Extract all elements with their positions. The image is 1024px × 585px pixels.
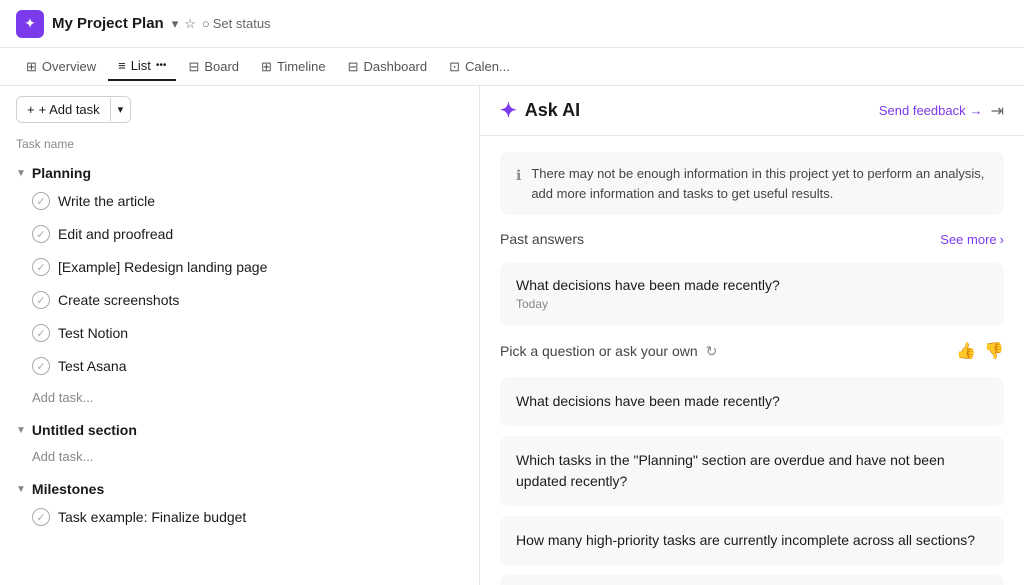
pick-question-label: Pick a question or ask your own ↻ [500,343,717,360]
tab-list[interactable]: ≡ List ••• [108,52,176,81]
ai-sparkle-icon: ✦ [500,98,517,123]
past-answer-date: Today [516,297,988,311]
questions-list: What decisions have been made recently? … [500,377,1004,585]
overview-icon: ⊞ [26,59,37,75]
task-check-icon[interactable]: ✓ [32,357,50,375]
see-more-button[interactable]: See more › [940,232,1004,247]
ask-ai-title: ✦ Ask AI [500,98,580,123]
tab-overview[interactable]: ⊞ Overview [16,53,106,81]
reaction-icons: 👍 👎 [956,341,1004,361]
chevron-down-icon[interactable]: ▾ [172,16,179,32]
suggested-question-0[interactable]: What decisions have been made recently? [500,377,1004,426]
circle-icon: ○ [202,16,210,31]
tab-board[interactable]: ⊟ Board [178,53,249,81]
past-answer-card[interactable]: What decisions have been made recently? … [500,263,1004,325]
left-panel: + + Add task ▾ Task name ▼ Planning ✓ Wr… [0,86,480,585]
thumbs-down-icon[interactable]: 👎 [984,341,1004,361]
arrow-right-icon: → [970,103,983,118]
ask-ai-actions: Send feedback → ⇥ [879,101,1004,121]
section-milestones[interactable]: ▼ Milestones [0,471,479,501]
task-item[interactable]: ✓ Test Notion [0,317,479,350]
right-content: ℹ There may not be enough information in… [480,136,1024,585]
collapse-icon: ▼ [16,425,26,436]
chevron-right-icon: › [1000,232,1004,247]
ask-ai-header: ✦ Ask AI Send feedback → ⇥ [480,86,1024,136]
past-answers-section: Past answers See more › [500,231,1004,247]
more-options-icon[interactable]: ••• [156,60,167,71]
col-header: Task name [0,133,479,155]
task-item[interactable]: ✓ Test Asana [0,350,479,383]
set-status-button[interactable]: ○ Set status [202,16,271,31]
refresh-icon[interactable]: ↻ [706,343,718,360]
send-feedback-button[interactable]: Send feedback → [879,103,983,118]
task-list: Task name ▼ Planning ✓ Write the article… [0,133,479,585]
collapse-panel-button[interactable]: ⇥ [991,101,1004,121]
past-answer-question: What decisions have been made recently? [516,277,988,293]
task-item[interactable]: ✓ Task example: Finalize budget [0,501,479,534]
tab-calendar[interactable]: ⊡ Calen... [439,53,520,81]
plus-icon: + [27,102,35,117]
calendar-icon: ⊡ [449,59,460,75]
add-task-main[interactable]: + + Add task [17,97,110,122]
nav-tabs: ⊞ Overview ≡ List ••• ⊟ Board ⊞ Timeline… [0,48,1024,86]
top-bar-actions: ▾ ☆ ○ Set status [172,16,271,32]
section-untitled[interactable]: ▼ Untitled section [0,412,479,442]
past-answers-header: Past answers See more › [500,231,1004,247]
task-item[interactable]: ✓ Write the article [0,185,479,218]
top-bar: ✦ My Project Plan ▾ ☆ ○ Set status [0,0,1024,48]
board-icon: ⊟ [188,59,199,75]
tab-timeline[interactable]: ⊞ Timeline [251,53,336,81]
task-check-icon[interactable]: ✓ [32,225,50,243]
task-check-icon[interactable]: ✓ [32,324,50,342]
suggested-question-1[interactable]: Which tasks in the "Planning" section ar… [500,436,1004,506]
section-planning[interactable]: ▼ Planning [0,155,479,185]
task-check-icon[interactable]: ✓ [32,291,50,309]
collapse-icon: ▼ [16,168,26,179]
project-title: My Project Plan [52,15,164,32]
add-task-inline-planning[interactable]: Add task... [0,383,479,412]
timeline-icon: ⊞ [261,59,272,75]
list-icon: ≡ [118,58,126,73]
suggested-question-3[interactable]: Identify any tasks that have had their d… [500,575,1004,585]
past-answers-label: Past answers [500,231,584,247]
star-icon[interactable]: ☆ [184,16,196,32]
main-content: + + Add task ▾ Task name ▼ Planning ✓ Wr… [0,86,1024,585]
right-panel: ✦ Ask AI Send feedback → ⇥ ℹ There may n… [480,86,1024,585]
add-task-button[interactable]: + + Add task ▾ [16,96,131,123]
collapse-icon: ▼ [16,484,26,495]
app-icon: ✦ [16,10,44,38]
thumbs-up-icon[interactable]: 👍 [956,341,976,361]
dashboard-icon: ⊟ [348,59,359,75]
add-task-dropdown[interactable]: ▾ [110,98,131,121]
tab-dashboard[interactable]: ⊟ Dashboard [338,53,438,81]
info-banner: ℹ There may not be enough information in… [500,152,1004,215]
suggested-question-2[interactable]: How many high-priority tasks are current… [500,516,1004,565]
task-check-icon[interactable]: ✓ [32,508,50,526]
task-item[interactable]: ✓ Create screenshots [0,284,479,317]
task-check-icon[interactable]: ✓ [32,258,50,276]
left-toolbar: + + Add task ▾ [0,86,479,133]
task-item[interactable]: ✓ [Example] Redesign landing page [0,251,479,284]
task-check-icon[interactable]: ✓ [32,192,50,210]
add-task-inline-untitled[interactable]: Add task... [0,442,479,471]
info-icon: ℹ [516,165,521,186]
pick-question-header: Pick a question or ask your own ↻ 👍 👎 [500,341,1004,361]
task-item[interactable]: ✓ Edit and proofread [0,218,479,251]
